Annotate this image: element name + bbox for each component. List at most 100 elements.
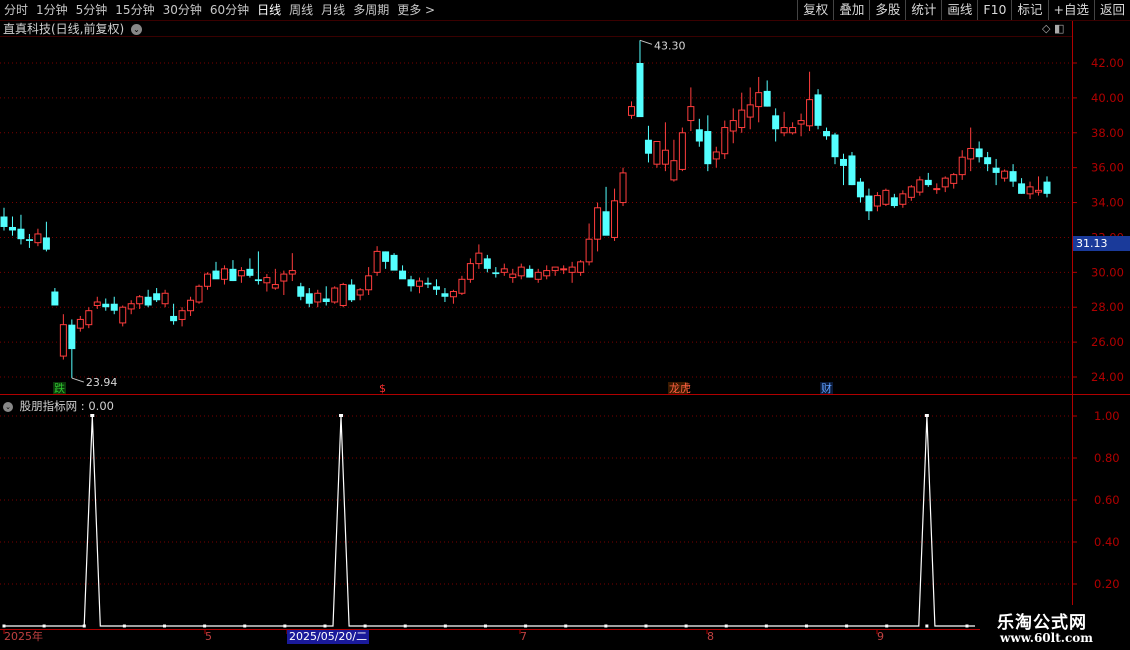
candle <box>738 92 746 133</box>
period-tab[interactable]: 更多 > <box>393 0 439 20</box>
chevron-down-icon[interactable]: ⌄ <box>131 24 143 35</box>
candle-body <box>390 254 398 271</box>
candle <box>187 296 195 316</box>
candle-body <box>492 272 500 275</box>
candle <box>144 289 152 308</box>
tool-button[interactable]: 叠加 <box>833 0 869 20</box>
candle-body <box>1001 170 1009 179</box>
candle <box>331 286 339 304</box>
candle-body <box>59 324 67 357</box>
candle-body <box>704 131 712 165</box>
candle <box>1035 176 1043 196</box>
candle-body <box>1043 181 1051 194</box>
candle <box>178 307 186 327</box>
tool-button[interactable]: 返回 <box>1093 0 1130 20</box>
period-tab[interactable]: 周线 <box>285 0 317 20</box>
candle <box>483 254 491 273</box>
candle <box>76 315 84 332</box>
indicator-baseline-dot <box>804 624 808 628</box>
tool-button[interactable]: 复权 <box>797 0 833 20</box>
candle-body <box>170 315 178 322</box>
period-tab[interactable]: 5分钟 <box>72 0 112 20</box>
candle <box>416 277 424 294</box>
candle-body <box>348 284 356 301</box>
tool-button[interactable]: 多股 <box>869 0 905 20</box>
indicator-baseline-dot <box>283 624 287 628</box>
candle-body <box>322 298 330 302</box>
candle-body <box>119 306 127 324</box>
period-tab[interactable]: 60分钟 <box>206 0 253 20</box>
candle <box>687 87 695 132</box>
candle-body <box>763 90 771 107</box>
candle-body <box>611 200 619 238</box>
price-axis-label: 24.00 <box>1091 370 1124 384</box>
candle-body <box>653 141 661 165</box>
candle <box>17 214 25 245</box>
period-tab[interactable]: 月线 <box>317 0 349 20</box>
panel-icons: ◇ ◧ <box>1042 22 1064 35</box>
candle-body <box>449 291 457 298</box>
date-axis-label: 5 <box>205 630 212 643</box>
candle <box>755 76 763 123</box>
candle-body <box>441 293 449 297</box>
price-axis-label: 26.00 <box>1091 335 1124 349</box>
candle <box>390 253 398 271</box>
period-tab[interactable]: 1分钟 <box>32 0 72 20</box>
candle <box>526 265 534 278</box>
candle-body <box>967 147 975 160</box>
candle-body <box>0 216 8 227</box>
period-tab[interactable]: 多周期 <box>349 0 393 20</box>
candle <box>534 268 542 283</box>
candle-body <box>297 286 305 297</box>
candle-body <box>85 310 93 326</box>
tool-button[interactable]: F10 <box>977 0 1011 20</box>
candle <box>348 279 356 302</box>
candle-body <box>882 189 890 205</box>
candle-body <box>1018 183 1026 194</box>
period-tab[interactable]: 30分钟 <box>159 0 206 20</box>
candle-body <box>568 266 576 273</box>
indicator-baseline-dot <box>764 624 768 628</box>
indicator-title[interactable]: ⌄ 股朋指标网 : 0.00 <box>3 398 114 414</box>
chart-canvas[interactable]: 24.0026.0028.0030.0032.0034.0036.0038.00… <box>0 0 1130 650</box>
candle-body <box>780 127 788 134</box>
tool-button[interactable]: 统计 <box>905 0 941 20</box>
chevron-down-icon[interactable]: ⌄ <box>3 401 13 412</box>
tool-button[interactable]: 画线 <box>941 0 977 20</box>
diamond-icon[interactable]: ◇ <box>1042 22 1050 35</box>
indicator-baseline-dot <box>483 624 487 628</box>
candle <box>568 261 576 283</box>
tool-buttons: 复权 叠加 多股 统计 画线 F10 标记 +自选 返回 <box>797 0 1130 20</box>
candle <box>831 132 839 165</box>
candle <box>0 207 8 231</box>
candle-body <box>331 287 339 303</box>
candle <box>653 141 661 168</box>
candle <box>644 125 652 163</box>
candle <box>560 265 568 275</box>
indicator-baseline-dot <box>42 624 46 628</box>
candle <box>975 141 983 163</box>
indicator-baseline-dot <box>684 624 688 628</box>
candle-body <box>144 296 152 306</box>
candle-body <box>594 207 602 240</box>
stock-title[interactable]: 直真科技(日线,前复权) ⌄ <box>3 21 143 37</box>
panel-toggle-icon[interactable]: ◧ <box>1054 22 1064 35</box>
period-tab[interactable]: 日线 <box>253 0 285 20</box>
candle <box>1018 178 1026 194</box>
candle-body <box>432 286 440 290</box>
indicator-axis-label: 0.60 <box>1094 493 1120 507</box>
candle <box>882 188 890 207</box>
indicator-baseline-dot <box>443 624 447 628</box>
candle <box>780 111 788 137</box>
tool-button[interactable]: +自选 <box>1047 0 1094 20</box>
period-tab[interactable]: 15分钟 <box>111 0 158 20</box>
tool-button[interactable]: 标记 <box>1011 0 1047 20</box>
candle <box>93 296 101 309</box>
candle <box>42 221 50 252</box>
candle <box>441 288 449 302</box>
candle <box>59 314 67 360</box>
candle <box>806 71 814 132</box>
event-marker: 财 <box>821 381 832 395</box>
date-axis-label: 7 <box>520 630 527 643</box>
period-tab[interactable]: 分时 <box>0 0 32 20</box>
